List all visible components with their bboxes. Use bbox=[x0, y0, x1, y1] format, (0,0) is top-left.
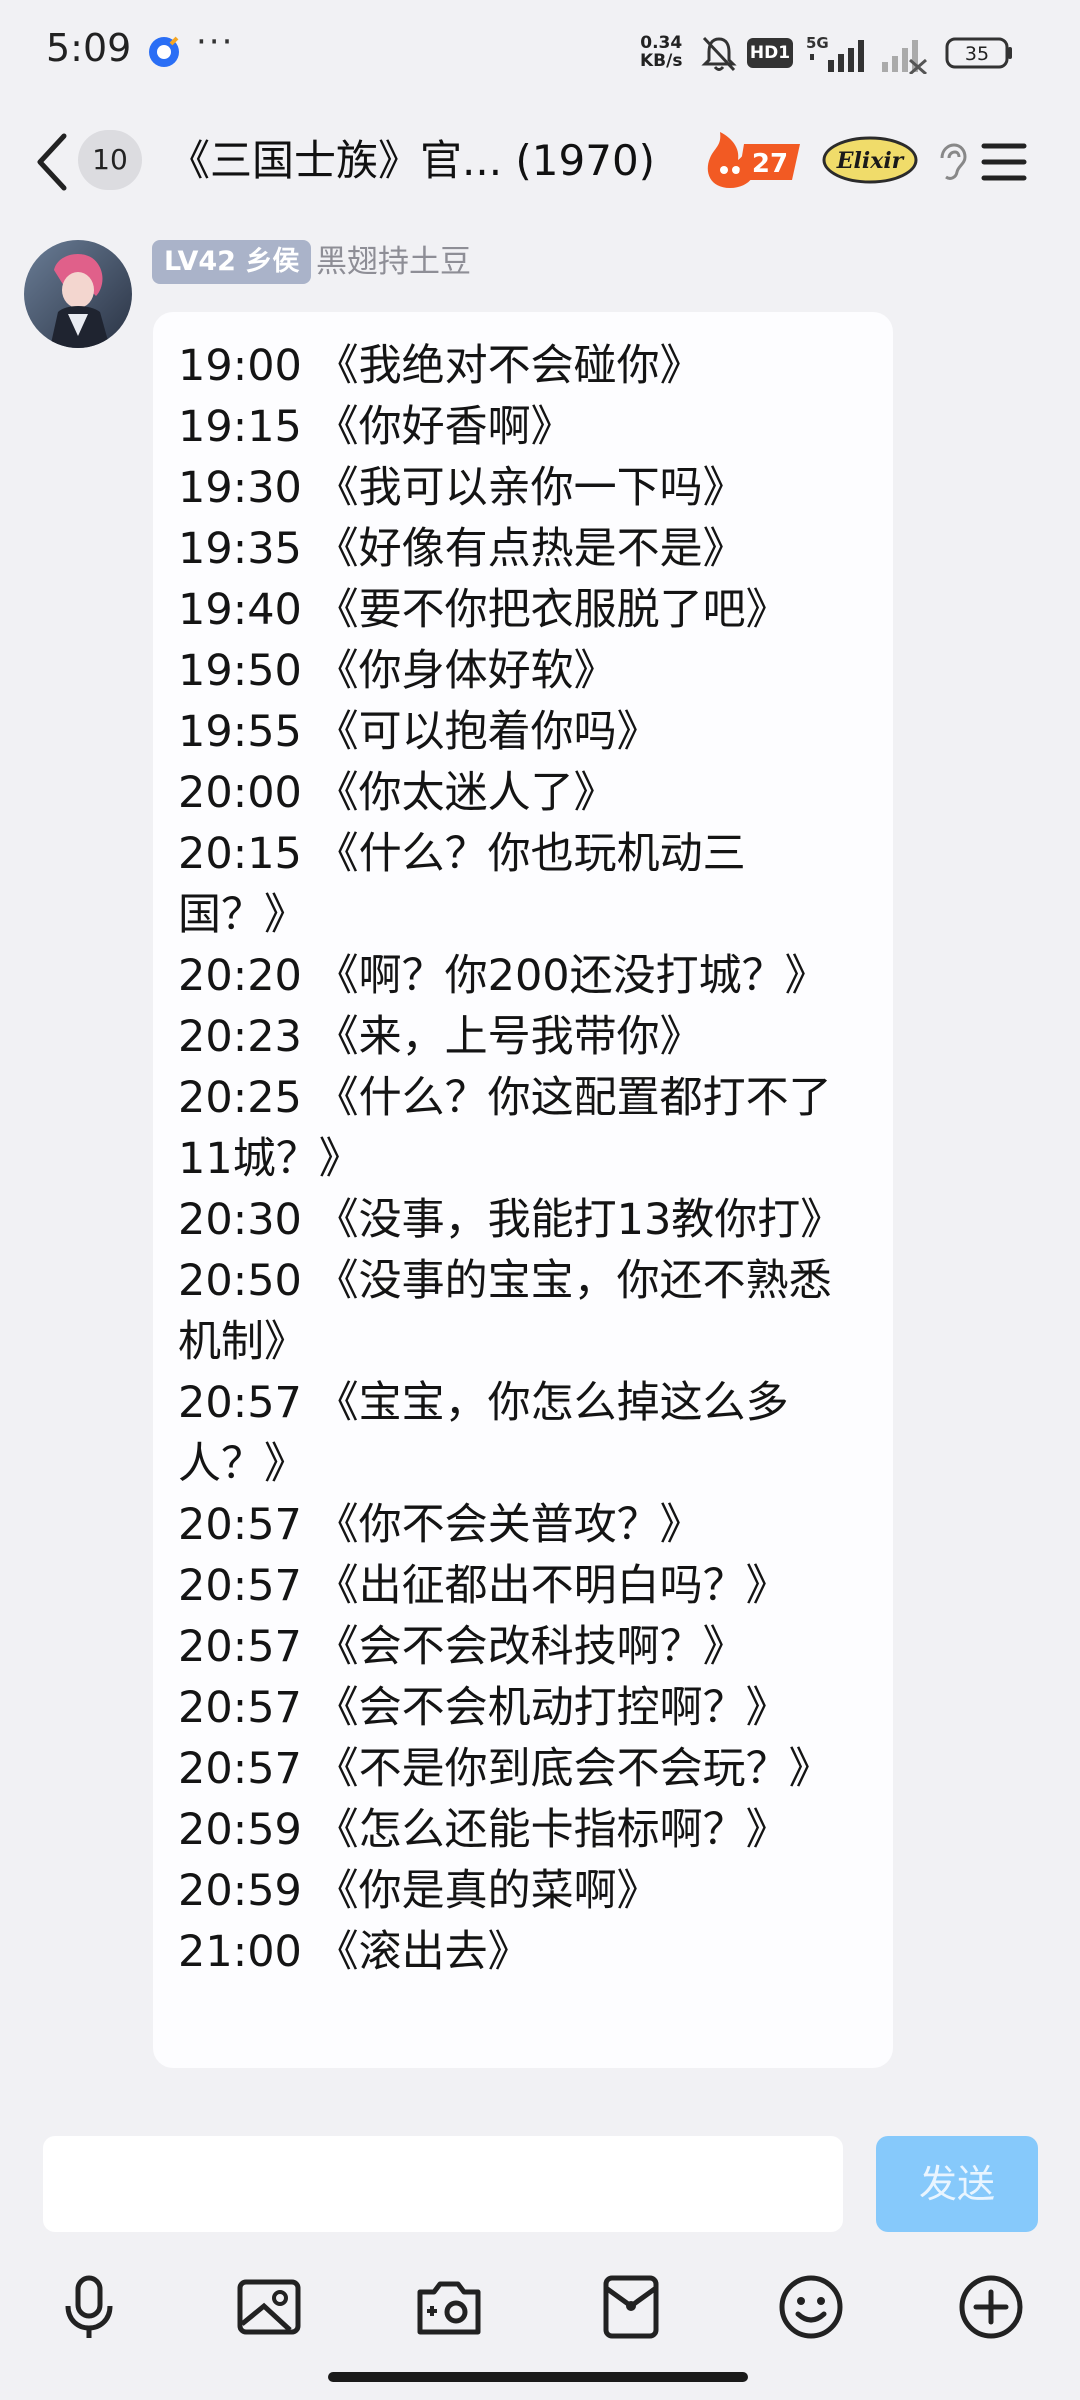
message-line: 20:25 《什么？你这配置都打不了 bbox=[178, 1073, 832, 1123]
message-input[interactable] bbox=[43, 2136, 843, 2232]
ear-icon[interactable] bbox=[934, 142, 968, 182]
home-indicator[interactable] bbox=[328, 2372, 748, 2382]
qq-browser-icon bbox=[149, 36, 179, 67]
message-line: 20:30 《没事，我能打13教你打》 bbox=[178, 1195, 844, 1245]
svg-text:27: 27 bbox=[752, 149, 788, 179]
message-line: 20:59 《你是真的菜啊》 bbox=[178, 1866, 660, 1916]
signal-icon: 5G bbox=[806, 34, 864, 72]
unread-count-badge[interactable]: 10 bbox=[78, 130, 142, 190]
message-line: 20:57 《会不会机动打控啊？》 bbox=[178, 1683, 789, 1733]
message-line: 19:30 《我可以亲你一下吗》 bbox=[178, 463, 746, 513]
message-line: 19:55 《可以抱着你吗》 bbox=[178, 707, 660, 757]
sender-name[interactable]: 黑翅持土豆 bbox=[316, 240, 471, 284]
message-line: 19:00 《我绝对不会碰你》 bbox=[178, 341, 703, 391]
level-badge: LV42 乡侯 bbox=[152, 240, 312, 284]
svg-text:35: 35 bbox=[965, 43, 989, 65]
emoji-icon[interactable] bbox=[776, 2272, 846, 2342]
plus-icon[interactable] bbox=[956, 2272, 1026, 2342]
menu-icon[interactable] bbox=[980, 140, 1028, 184]
message-line: 19:35 《好像有点热是不是》 bbox=[178, 524, 746, 574]
back-icon[interactable] bbox=[28, 130, 78, 194]
svg-text:Elixir: Elixir bbox=[836, 148, 905, 174]
battery-icon: 35 bbox=[945, 37, 1012, 69]
message-line: 11城？》 bbox=[178, 1134, 362, 1184]
message-line: 20:20 《啊？你200还没打城？》 bbox=[178, 951, 828, 1001]
camera-icon[interactable] bbox=[414, 2272, 484, 2342]
fire-icon[interactable]: 27 bbox=[700, 128, 806, 192]
message-line: 19:50 《你身体好软》 bbox=[178, 646, 617, 696]
message-line: 20:57 《不是你到底会不会玩？》 bbox=[178, 1744, 832, 1794]
status-more: ··· bbox=[196, 22, 235, 62]
microphone-icon[interactable] bbox=[54, 2272, 124, 2342]
message-line: 20:00 《你太迷人了》 bbox=[178, 768, 617, 818]
red-packet-icon[interactable] bbox=[596, 2272, 666, 2342]
signal-weak-icon bbox=[882, 40, 927, 74]
message-line: 20:50 《没事的宝宝，你还不熟悉 bbox=[178, 1256, 832, 1306]
status-bar: 5:09 ··· 0.34 KB/s HD1 5G 35 bbox=[0, 0, 1080, 110]
message-line: 20:57 《会不会改科技啊？》 bbox=[178, 1622, 746, 1672]
hd-badge: HD1 bbox=[747, 38, 793, 68]
message-line: 19:40 《要不你把衣服脱了吧》 bbox=[178, 585, 789, 635]
net-speed: 0.34 KB/s bbox=[640, 33, 683, 71]
message-line: 20:15 《什么？你也玩机动三 bbox=[178, 829, 746, 879]
message-line: 20:57 《你不会关普攻？》 bbox=[178, 1500, 703, 1550]
status-time: 5:09 bbox=[46, 26, 132, 70]
message-line: 20:57 《宝宝，你怎么掉这么多 bbox=[178, 1378, 789, 1428]
elixir-badge[interactable]: Elixir bbox=[822, 134, 918, 186]
send-button[interactable]: 发送 bbox=[876, 2136, 1038, 2232]
chat-title[interactable]: 《三国士族》官... (1970) bbox=[168, 130, 690, 192]
message-line: 人？》 bbox=[178, 1439, 307, 1489]
svg-text:5G: 5G bbox=[806, 34, 829, 52]
avatar[interactable] bbox=[24, 240, 132, 348]
bell-muted-icon bbox=[701, 36, 737, 72]
message-line: 20:23 《来，上号我带你》 bbox=[178, 1012, 703, 1062]
message-line: 21:00 《滚出去》 bbox=[178, 1927, 531, 1977]
message-text: 19:00 《我绝对不会碰你》 19:15 《你好香啊》 19:30 《我可以亲你一… bbox=[178, 336, 878, 1983]
message-line: 国？》 bbox=[178, 890, 307, 940]
message-line: 19:15 《你好香啊》 bbox=[178, 402, 574, 452]
message-line: 20:57 《出征都出不明白吗？》 bbox=[178, 1561, 789, 1611]
message-line: 20:59 《怎么还能卡指标啊？》 bbox=[178, 1805, 789, 1855]
image-icon[interactable] bbox=[234, 2272, 304, 2342]
message-line: 机制》 bbox=[178, 1317, 307, 1367]
